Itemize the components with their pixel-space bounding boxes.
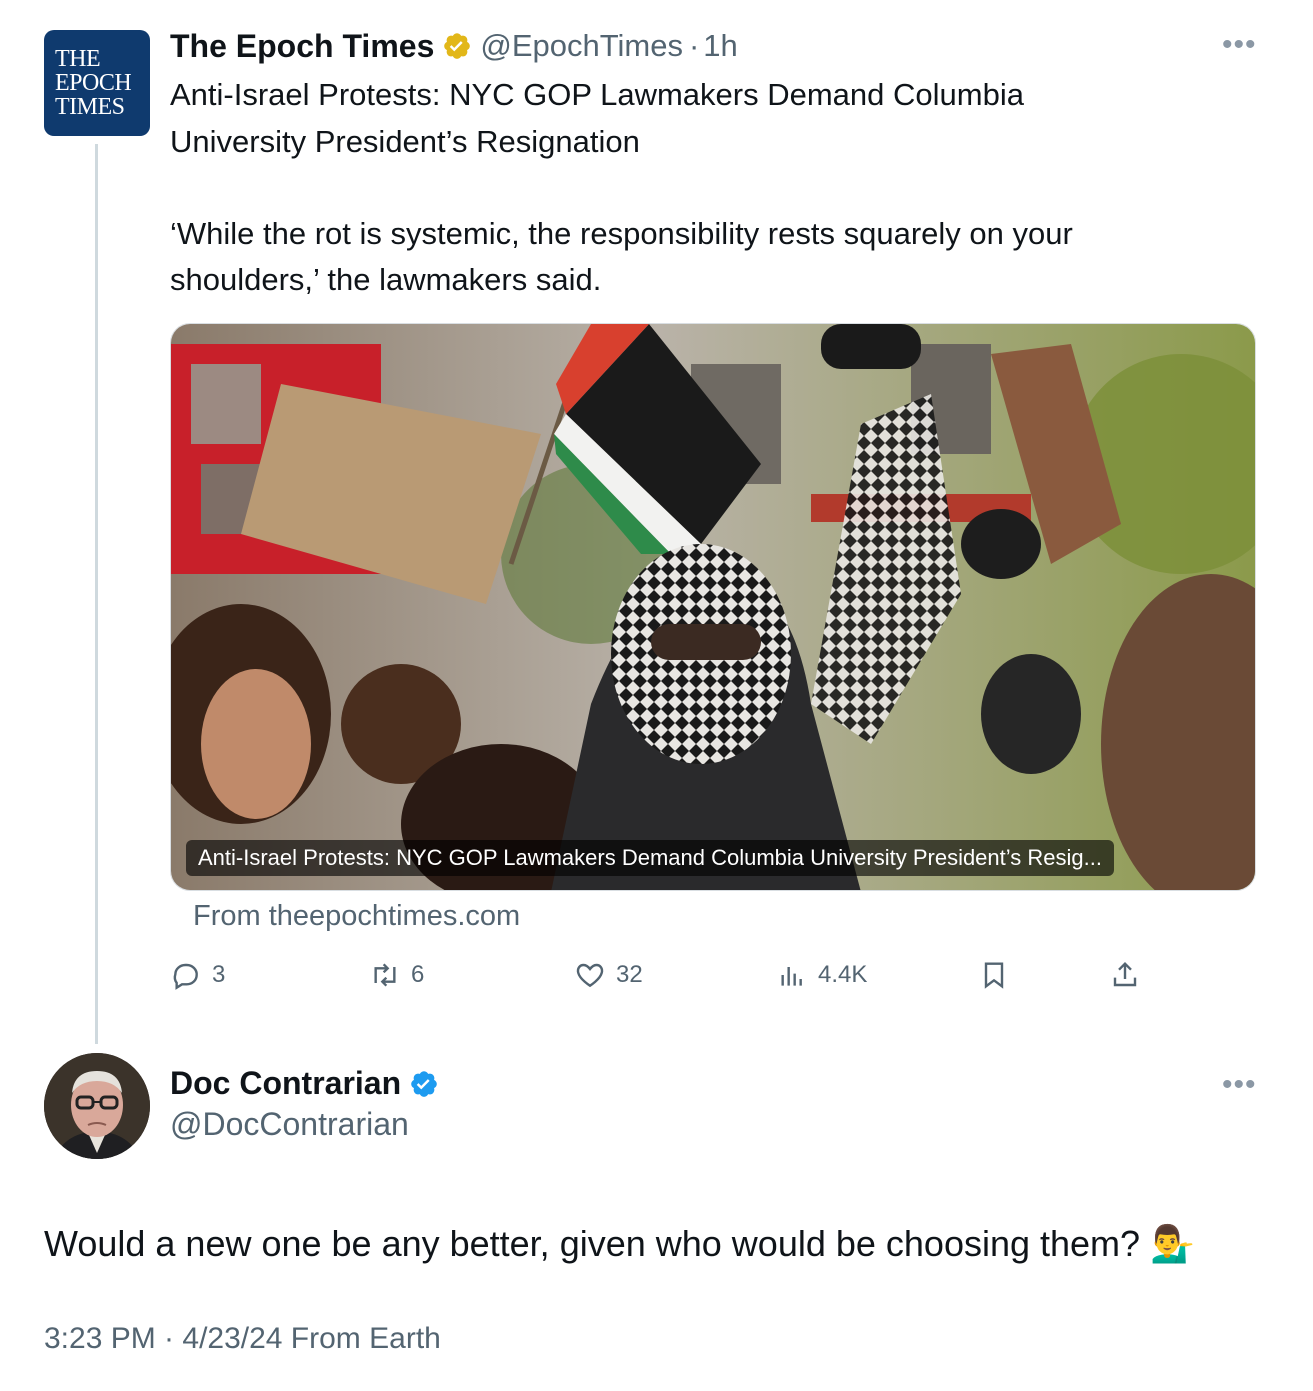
views-button[interactable]: 4.4K [776, 955, 867, 995]
dot-separator: · [688, 28, 700, 63]
heart-icon [576, 963, 604, 988]
bookmark-button[interactable] [978, 955, 1020, 995]
reply-author-handle[interactable]: @DocContrarian [170, 1106, 409, 1143]
tweet-quote-line-2: shoulders,’ the lawmakers said. [170, 262, 602, 297]
share-button[interactable] [1109, 955, 1151, 995]
logo-line-2: EPOCH [55, 70, 132, 96]
bookmark-icon [984, 962, 1004, 989]
reply-author-display-name[interactable]: Doc Contrarian [170, 1065, 401, 1102]
author-display-name[interactable]: The Epoch Times [170, 28, 434, 65]
reply-body-text: Would a new one be any better, given who… [44, 1223, 1195, 1264]
parent-author-row: The Epoch Times @EpochTimes · 1h [170, 26, 738, 66]
more-options-icon[interactable]: ••• [1222, 28, 1257, 62]
reply-more-options-icon[interactable]: ••• [1222, 1068, 1257, 1102]
reply-icon [173, 963, 198, 990]
protest-photo [171, 324, 1255, 890]
tweet-quote-line-1: ‘While the rot is systemic, the responsi… [170, 216, 1073, 251]
thread-connector-line [95, 144, 98, 1044]
reply-button[interactable]: 3 [170, 955, 225, 995]
like-button[interactable]: 32 [574, 955, 643, 995]
logo-line-1: THE [55, 46, 101, 72]
doc-contrarian-avatar[interactable] [44, 1053, 150, 1159]
time-ago[interactable]: 1h [703, 28, 737, 64]
logo-line-3: TIMES [55, 94, 125, 120]
view-count: 4.4K [818, 961, 868, 988]
tweet-title-line-1: Anti-Israel Protests: NYC GOP Lawmakers … [170, 77, 1024, 112]
reply-author-row: Doc Contrarian [170, 1065, 439, 1102]
repost-icon [374, 963, 396, 987]
reply-count: 3 [212, 961, 226, 988]
portrait-photo [44, 1053, 150, 1159]
link-card-image[interactable] [170, 323, 1256, 891]
epoch-times-avatar[interactable]: THE EPOCH TIMES [44, 30, 150, 136]
author-handle[interactable]: @EpochTimes [480, 28, 683, 64]
repost-count: 6 [411, 961, 425, 988]
repost-button[interactable]: 6 [369, 955, 424, 995]
link-source[interactable]: From theepochtimes.com [193, 900, 520, 933]
tweet-title-line-2: University President’s Resignation [170, 124, 640, 159]
share-icon [1113, 961, 1137, 987]
blue-verified-badge-icon [411, 1070, 437, 1097]
link-card-title[interactable]: Anti-Israel Protests: NYC GOP Lawmakers … [186, 840, 1114, 876]
views-chart-icon [781, 967, 802, 986]
reply-timestamp[interactable]: 3:23 PM · 4/23/24 From Earth [44, 1322, 441, 1356]
like-count: 32 [616, 961, 643, 988]
gold-verified-badge-icon [444, 33, 471, 59]
